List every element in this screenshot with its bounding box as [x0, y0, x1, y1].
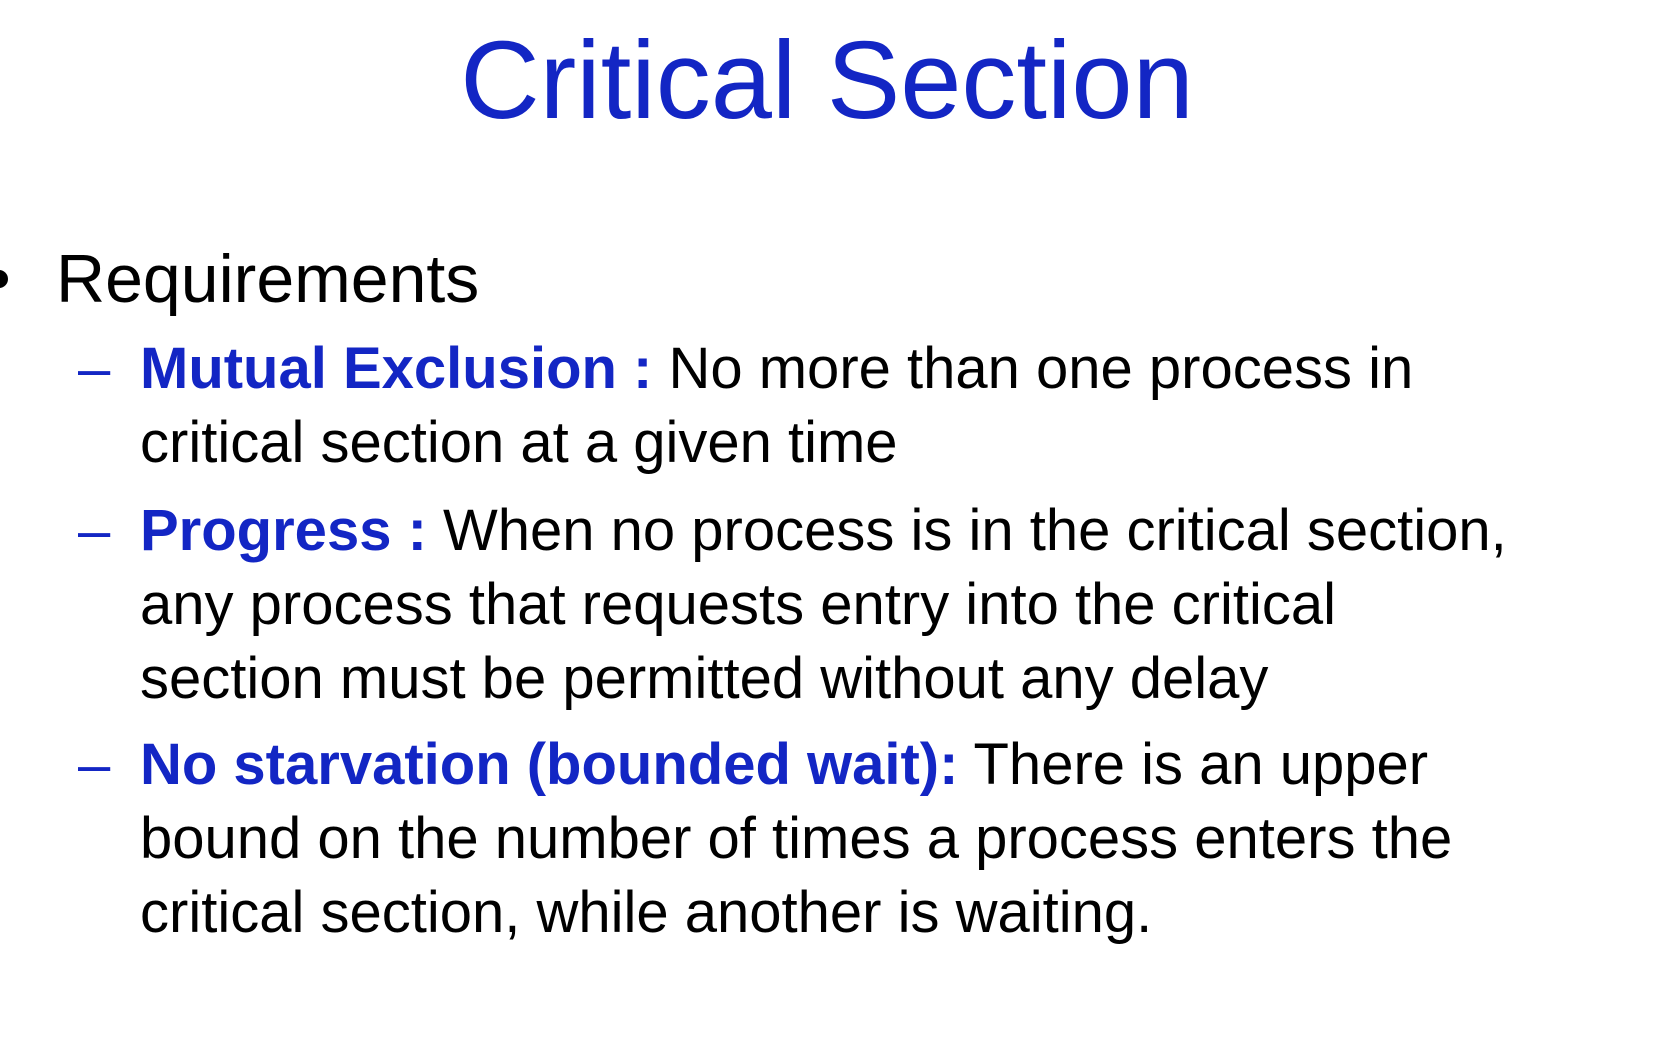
requirement-continuation: bound on the number of times a process e…: [140, 806, 1453, 871]
requirement-description: When no process is in the critical secti…: [426, 498, 1507, 563]
requirement-term: Mutual Exclusion :: [140, 336, 653, 401]
requirement-text: Progress : When no process is in the cri…: [140, 494, 1654, 716]
slide-title: Critical Section: [460, 19, 1194, 142]
requirement-description: There is an upper: [958, 732, 1429, 797]
requirement-continuation: critical section, while another is waiti…: [140, 880, 1153, 945]
requirement-first-line: Progress : When no process is in the cri…: [140, 494, 1654, 568]
dash-icon: –: [78, 732, 111, 797]
requirement-term: No starvation (bounded wait):: [140, 732, 959, 797]
requirement-term: Progress :: [140, 498, 427, 563]
requirement-description: No more than one process in: [652, 336, 1414, 401]
requirement-text: No starvation (bounded wait): There is a…: [140, 728, 1654, 950]
requirement-first-line: No starvation (bounded wait): There is a…: [140, 728, 1654, 802]
requirement-continuation: section must be permitted without any de…: [140, 646, 1269, 711]
requirement-text: Mutual Exclusion : No more than one proc…: [140, 332, 1654, 480]
requirement-first-line: Mutual Exclusion : No more than one proc…: [140, 332, 1654, 406]
dash-icon: –: [78, 336, 111, 401]
bullet-dot-icon: [0, 270, 8, 288]
requirement-continuation: any process that requests entry into the…: [140, 572, 1337, 637]
dash-icon: –: [78, 498, 111, 563]
requirement-continuation: critical section at a given time: [140, 410, 898, 475]
bullet-label: Requirements: [56, 241, 480, 317]
